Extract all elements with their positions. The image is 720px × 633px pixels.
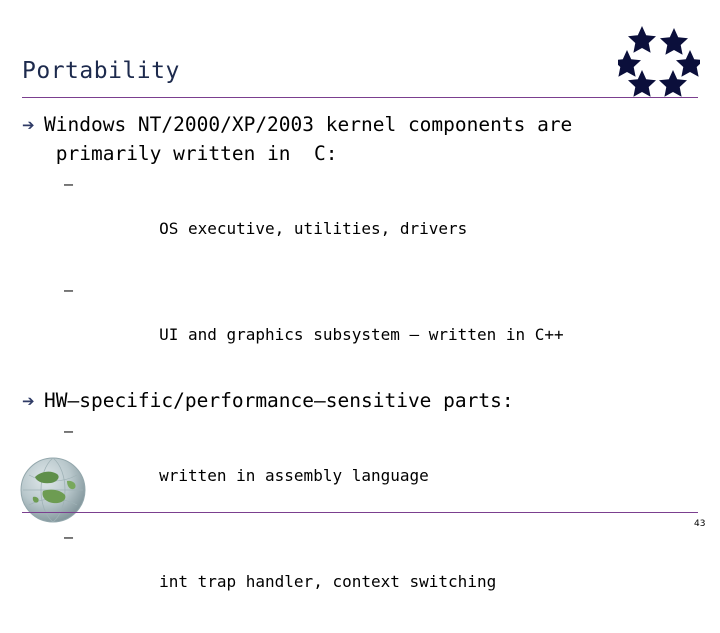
footer-divider (22, 512, 698, 513)
sub-list-1: – OS executive, utilities, drivers – UI … (22, 174, 702, 368)
dash-marker-icon: – (64, 422, 74, 440)
bullet-level2: – OS executive, utilities, drivers (22, 174, 702, 262)
bullet-level2: – written in assembly language (22, 421, 702, 509)
slide-body: ➔ Windows NT/2000/XP/2003 kernel compone… (22, 110, 702, 633)
bullet-level2: – int trap handler, context switching (22, 527, 702, 615)
bullet-level1: ➔ Windows NT/2000/XP/2003 kernel compone… (22, 110, 702, 168)
bullet-level2-text: int trap handler, context switching (159, 572, 497, 591)
bullet-level1-text: HW–specific/performance–sensitive parts: (44, 389, 514, 412)
page-number: 43 (694, 519, 706, 529)
globe-icon (17, 457, 89, 523)
slide: Portability ➔ Windows NT/2000/XP/2003 ke… (0, 0, 720, 591)
sub-list-2: – written in assembly language – int tra… (22, 421, 702, 615)
bullet-level2-text: written in assembly language (159, 466, 429, 485)
bullet-level1-text: Windows NT/2000/XP/2003 kernel component… (44, 113, 573, 165)
bullet-marker-icon: ➔ (22, 392, 35, 410)
bullet-level2-text: OS executive, utilities, drivers (159, 219, 468, 238)
page-title: Portability (22, 58, 180, 84)
bullet-marker-icon: ➔ (22, 116, 35, 134)
dash-marker-icon: – (64, 175, 74, 193)
dash-marker-icon: – (64, 528, 74, 546)
seven-stars-icon (618, 26, 700, 98)
bullet-level1: ➔ HW–specific/performance–sensitive part… (22, 386, 702, 415)
title-divider (22, 97, 698, 98)
dash-marker-icon: – (64, 281, 74, 299)
bullet-level2-text: UI and graphics subsystem – written in C… (159, 325, 564, 344)
bullet-level2: – UI and graphics subsystem – written in… (22, 280, 702, 368)
